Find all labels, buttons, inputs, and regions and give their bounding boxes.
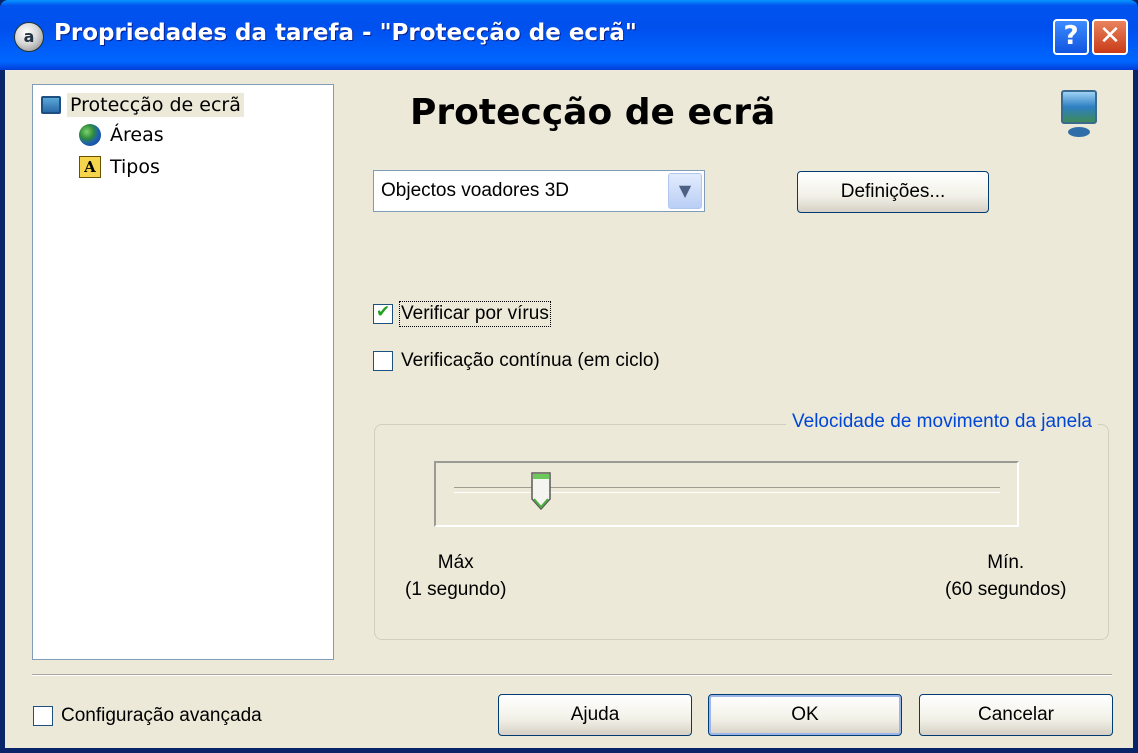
speed-group-title: Velocidade de movimento da janela bbox=[786, 411, 1098, 433]
advanced-config-checkbox[interactable] bbox=[33, 706, 53, 726]
speed-min-label: Máx (1 segundo) bbox=[405, 552, 507, 600]
advanced-config-option[interactable]: Configuração avançada bbox=[33, 705, 262, 727]
scan-virus-option[interactable]: Verificar por vírus bbox=[373, 301, 551, 327]
close-button[interactable]: ✕ bbox=[1092, 19, 1128, 55]
font-icon: A bbox=[79, 156, 101, 178]
speed-max-label: Mín. (60 segundos) bbox=[945, 552, 1067, 600]
app-icon: a bbox=[14, 22, 44, 52]
cancel-button[interactable]: Cancelar bbox=[919, 694, 1113, 736]
tree-item-types[interactable]: A Tipos bbox=[79, 155, 163, 179]
dialog-client: Protecção de ecrã Áreas A Tipos Protecçã… bbox=[5, 70, 1133, 748]
screen-icon bbox=[41, 96, 61, 114]
speed-group: Velocidade de movimento da janela Máx (1… bbox=[374, 411, 1109, 640]
tree-item-areas[interactable]: Áreas bbox=[79, 123, 167, 147]
slider-thumb[interactable] bbox=[530, 471, 552, 511]
ok-button[interactable]: OK bbox=[708, 694, 902, 736]
continuous-scan-label: Verificação contínua (em ciclo) bbox=[401, 350, 660, 371]
scan-virus-checkbox[interactable] bbox=[373, 302, 393, 324]
window-title: Propriedades da tarefa - "Protecção de e… bbox=[54, 20, 637, 46]
title-bar[interactable]: a Propriedades da tarefa - "Protecção de… bbox=[0, 0, 1138, 70]
screensaver-select-value: Objectos voadores 3D bbox=[381, 180, 569, 201]
screen-saver-icon bbox=[1061, 90, 1097, 140]
help-button[interactable]: Ajuda bbox=[498, 694, 692, 736]
continuous-scan-checkbox[interactable] bbox=[373, 351, 393, 371]
help-title-button[interactable]: ? bbox=[1053, 19, 1089, 55]
settings-button[interactable]: Definições... bbox=[797, 171, 989, 213]
tree-item-label: Protecção de ecrã bbox=[67, 93, 244, 117]
tree-item-label: Áreas bbox=[110, 124, 164, 146]
advanced-config-label: Configuração avançada bbox=[61, 705, 262, 726]
tree-item-label: Tipos bbox=[110, 156, 160, 178]
chevron-down-icon[interactable]: ▼ bbox=[668, 173, 702, 209]
continuous-scan-option[interactable]: Verificação contínua (em ciclo) bbox=[373, 350, 660, 372]
scan-virus-label: Verificar por vírus bbox=[399, 301, 551, 327]
speed-slider[interactable] bbox=[434, 461, 1019, 527]
screensaver-select[interactable]: Objectos voadores 3D ▼ bbox=[373, 170, 705, 212]
footer-divider bbox=[32, 674, 1112, 676]
tree-item-screen-protection[interactable]: Protecção de ecrã bbox=[41, 93, 244, 117]
globe-icon bbox=[79, 124, 101, 146]
dialog-window: a Propriedades da tarefa - "Protecção de… bbox=[0, 0, 1138, 753]
page-title: Protecção de ecrã bbox=[410, 92, 776, 133]
navigation-tree[interactable]: Protecção de ecrã Áreas A Tipos bbox=[32, 84, 334, 660]
